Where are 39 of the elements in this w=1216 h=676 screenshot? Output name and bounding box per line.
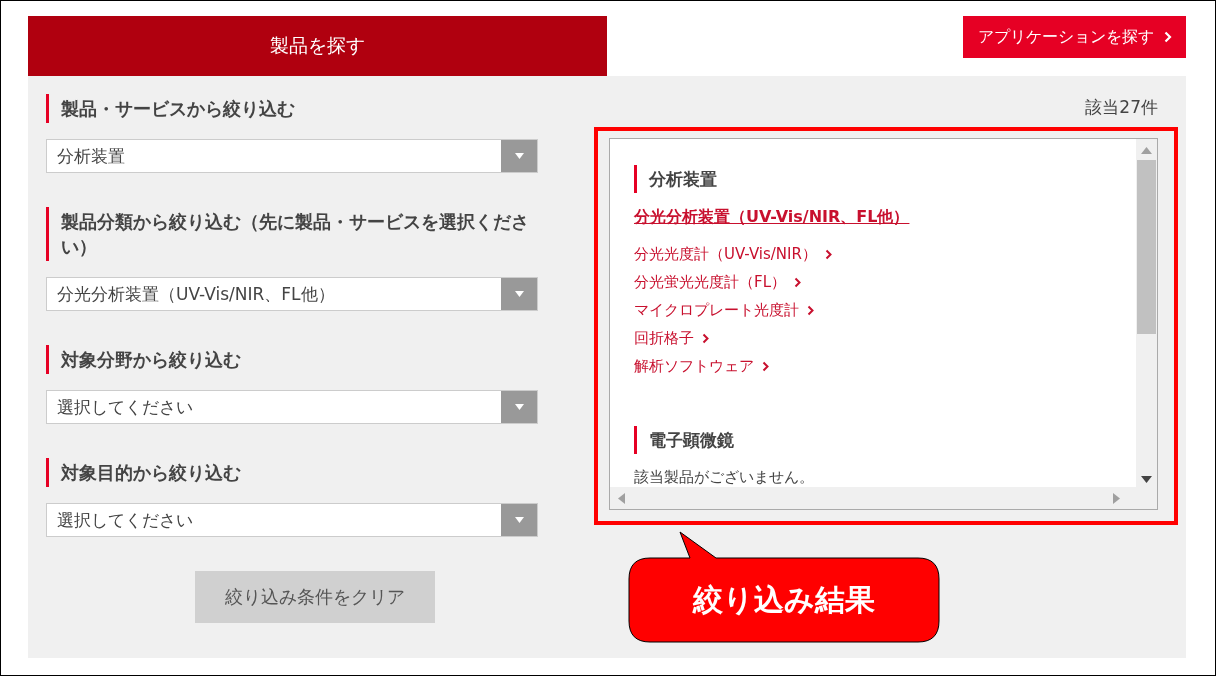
- dropdown-field[interactable]: 選択してください: [46, 390, 538, 424]
- dropdown-field[interactable]: 選択してください: [46, 503, 538, 537]
- clear-filters-button[interactable]: 絞り込み条件をクリア: [195, 571, 435, 623]
- vertical-scrollbar[interactable]: [1136, 139, 1157, 487]
- dropdown-field[interactable]: 分析装置: [46, 139, 538, 173]
- filter-heading: 製品分類から絞り込む（先に製品・サービスを選択ください）: [46, 207, 538, 261]
- chevron-right-icon: [1163, 31, 1172, 43]
- dropdown-arrow-icon: [514, 153, 524, 159]
- dropdown-arrow-icon: [514, 517, 524, 523]
- scroll-thumb[interactable]: [1137, 160, 1156, 334]
- filter-heading: 製品・サービスから絞り込む: [46, 94, 538, 123]
- chevron-right-icon: [807, 304, 814, 316]
- filter-heading: 対象分野から絞り込む: [46, 345, 538, 374]
- filter-heading: 対象目的から絞り込む: [46, 458, 538, 487]
- dropdown-field[interactable]: 分光分析装置（UV-Vis/NIR、FL他）: [46, 277, 538, 311]
- product-link[interactable]: 分光光度計（UV-Vis/NIR）: [634, 240, 832, 268]
- product-link[interactable]: 分光蛍光光度計（FL）: [634, 268, 801, 296]
- scroll-right-icon[interactable]: [1113, 492, 1120, 504]
- category-link[interactable]: 分光分析装置（UV-Vis/NIR、FL他）: [634, 207, 910, 228]
- no-results-message: 該当製品がございません。: [634, 468, 814, 487]
- chevron-right-icon: [794, 276, 801, 288]
- callout-text: 絞り込み結果: [693, 582, 875, 618]
- horizontal-scrollbar[interactable]: [610, 487, 1157, 509]
- dropdown-arrow-icon: [514, 291, 524, 297]
- scroll-up-icon[interactable]: [1141, 147, 1152, 154]
- application-search-button[interactable]: アプリケーションを探す: [963, 16, 1186, 58]
- result-count: 該当27件: [1085, 96, 1158, 119]
- product-link[interactable]: 解析ソフトウェア: [634, 352, 769, 380]
- section-heading: 電子顕微鏡: [634, 426, 734, 454]
- product-link[interactable]: 回折格子: [634, 324, 709, 352]
- scroll-left-icon[interactable]: [618, 492, 625, 504]
- product-link[interactable]: マイクロプレート光度計: [634, 296, 814, 324]
- section-heading: 分析装置: [634, 165, 717, 193]
- dropdown-arrow-icon: [514, 404, 524, 410]
- tab[interactable]: 製品を探す: [28, 16, 607, 76]
- scroll-down-icon[interactable]: [1141, 476, 1152, 483]
- chevron-right-icon: [824, 248, 832, 260]
- chevron-right-icon: [762, 360, 769, 372]
- chevron-right-icon: [702, 332, 709, 344]
